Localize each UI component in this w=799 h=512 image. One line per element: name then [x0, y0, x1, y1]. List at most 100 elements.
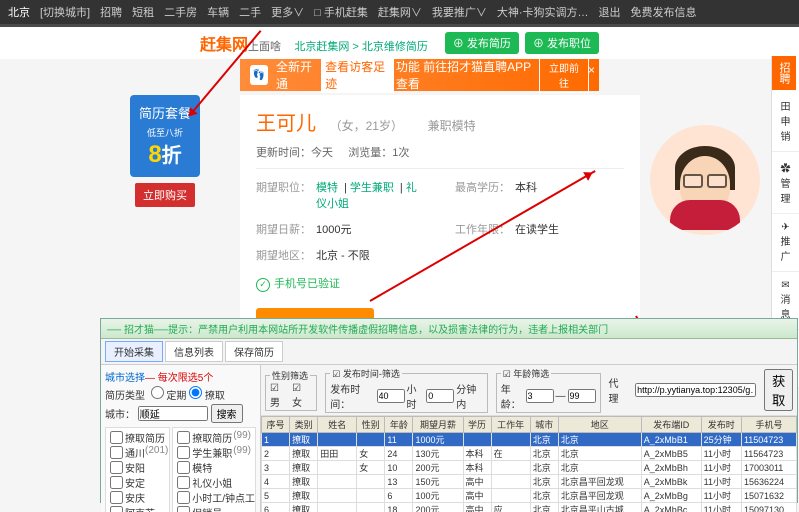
breadcrumb: 北京赶集网 > 北京维修简历 — [294, 41, 428, 53]
col-header[interactable]: 序号 — [262, 417, 290, 433]
tab-save[interactable]: 保存简历 — [225, 341, 283, 362]
tree-item[interactable]: 模特 — [175, 460, 253, 475]
tree-item[interactable]: 安定 — [108, 475, 167, 490]
publish-job-button[interactable]: ⊕ 发布职位 — [525, 32, 599, 54]
radio-fixed[interactable]: 定期 — [151, 391, 187, 402]
col-header[interactable]: 发布时 — [701, 417, 741, 433]
footprint-icon: 👣 — [250, 65, 268, 85]
col-header[interactable]: 期望月薪 — [413, 417, 463, 433]
col-header[interactable]: 性别 — [357, 417, 385, 433]
col-header[interactable]: 年龄 — [385, 417, 413, 433]
nav-item[interactable]: 我要推广∨ — [432, 4, 487, 20]
nav-item[interactable]: 短租 — [132, 4, 154, 20]
category-tree[interactable]: 撩取简历(99)学生兼职(99)模特礼仪小姐小时工/钟点工促销员传单派发问卷调查… — [172, 427, 256, 512]
sidebar-item[interactable]: ✿ 管理 — [772, 152, 799, 214]
tree-item[interactable]: 安阳 — [108, 460, 167, 475]
col-header[interactable]: 工作年 — [491, 417, 530, 433]
col-header[interactable]: 类别 — [290, 417, 318, 433]
table-row[interactable]: 3撩取女10200元本科北京北京A_2xMbBh11小时17003011 — [262, 461, 797, 475]
field-label: 期望地区： — [256, 247, 316, 263]
checkbox-male[interactable]: ☑ 男 — [270, 383, 290, 409]
city-label: 城市： — [105, 410, 135, 421]
phone-verified-badge: 手机号已验证 — [256, 275, 624, 292]
search-button[interactable]: 搜索 — [211, 404, 243, 423]
app-titlebar: ── 招才猫──提示：严禁用户利用本网站所开发软件传播虚假招聘信息，以及损害法律… — [101, 319, 797, 339]
promo-card: 简历套餐 低至八折 8折 立即购买 — [130, 95, 200, 355]
minutes-input[interactable] — [426, 389, 454, 403]
tree-item[interactable]: 通川(201) — [108, 445, 167, 460]
tree-item[interactable]: 撩取简历 — [108, 430, 167, 445]
table-row[interactable]: 2撩取田田女24130元本科在北京北京A_2xMbB511小时11564723 — [262, 447, 797, 461]
crumb-link[interactable]: 北京赶集网 — [294, 41, 349, 53]
page-header: 赶集网上面啥 北京赶集网 > 北京维修简历 ⊕ 发布简历 ⊕ 发布职位 — [0, 27, 799, 59]
switch-city[interactable]: [切换城市] — [40, 4, 90, 20]
sidebar-item[interactable]: ✈ 推广 — [772, 214, 799, 272]
field-label: 期望日薪： — [256, 221, 316, 237]
app-tabs: 开始采集 信息列表 保存简历 — [101, 339, 797, 365]
tree-item[interactable]: 阿克苏 — [108, 505, 167, 512]
experience: 在读学生 — [515, 221, 624, 237]
tree-item[interactable]: 撩取简历(99) — [175, 430, 253, 445]
col-header[interactable]: 姓名 — [318, 417, 357, 433]
tab-start[interactable]: 开始采集 — [105, 341, 163, 362]
sidebar-title[interactable]: 招聘 — [772, 56, 796, 90]
avatar — [650, 125, 760, 235]
banner-cta-button[interactable]: 立即前往 — [539, 57, 589, 93]
city-label[interactable]: 北京 — [8, 4, 30, 20]
promo-sub: 低至八折 — [134, 126, 196, 139]
age-min-input[interactable] — [526, 389, 554, 403]
nav-item[interactable]: 大神·卡狗实调方… — [497, 4, 589, 20]
results-grid[interactable]: 序号类别姓名性别年龄期望月薪学历工作年城市地区发布端ID发布时手机号1撩取111… — [261, 416, 797, 512]
table-row[interactable]: 1撩取111000元北京北京A_2xMbB125分钟11504723 — [262, 433, 797, 447]
app-left-panel: 城市选择— 每次限选5个 简历类型 定期 撩取 城市： 搜索 撩取简历通川(20… — [101, 365, 261, 512]
nav-item[interactable]: □ 手机赶集 — [314, 4, 368, 20]
col-header[interactable]: 地区 — [558, 417, 641, 433]
field-label: 期望职位： — [256, 179, 316, 211]
proxy-label: 代理 — [609, 375, 628, 405]
tab-list[interactable]: 信息列表 — [165, 341, 223, 362]
table-row[interactable]: 4撩取13150元高中北京北京昌平回龙观A_2xMbBk11小时15636224 — [262, 475, 797, 489]
col-header[interactable]: 手机号 — [741, 417, 796, 433]
crumb-link[interactable]: 北京维修简历 — [362, 41, 428, 53]
resume-type-row: 简历类型 定期 撩取 — [105, 386, 256, 402]
pubtime-filter: ☑ 发布时间-筛选 发布时间： 小时 分钟内 — [325, 367, 487, 413]
col-header[interactable]: 学历 — [463, 417, 491, 433]
buy-now-button[interactable]: 立即购买 — [135, 183, 195, 207]
col-header[interactable]: 城市 — [530, 417, 558, 433]
age-max-input[interactable] — [568, 389, 596, 403]
close-icon[interactable]: × — [588, 63, 595, 77]
nav-item[interactable]: 招聘 — [100, 4, 122, 20]
resume-card: 王可儿 （女，21岁） 兼职模特 更新时间：今天 浏览量：1次 期望职位： 模特… — [240, 95, 640, 355]
checkbox-female[interactable]: ☑ 女 — [292, 383, 312, 409]
table-row[interactable]: 5撩取6100元高中北京北京昌平回龙观A_2xMbBg11小时15071632 — [262, 489, 797, 503]
nav-item[interactable]: 更多∨ — [271, 4, 304, 20]
nav-publish[interactable]: 免费发布信息 — [631, 4, 697, 20]
hours-input[interactable] — [377, 389, 405, 403]
nav-logout[interactable]: 退出 — [599, 4, 621, 20]
tree-item[interactable]: 礼仪小姐 — [175, 475, 253, 490]
nav-item[interactable]: 车辆 — [207, 4, 229, 20]
banner-text: 全新开通 — [276, 58, 319, 92]
section-title: 城市选择— 每次限选5个 — [105, 369, 256, 384]
promo-banner: 👣 全新开通 查看访客足迹 功能 前往招才猫直聘APP查看 立即前往 × — [240, 59, 599, 91]
nav-item[interactable]: 赶集网∨ — [378, 4, 422, 20]
tree-item[interactable]: 学生兼职(99) — [175, 445, 253, 460]
desired-salary: 1000元 — [316, 221, 425, 237]
nav-item[interactable]: 二手 — [239, 4, 261, 20]
city-input[interactable] — [138, 406, 208, 421]
scraper-app-window: ── 招才猫──提示：严禁用户利用本网站所开发软件传播虚假招聘信息，以及损害法律… — [100, 318, 798, 503]
proxy-input[interactable] — [635, 383, 756, 397]
sidebar-item[interactable]: 田 申销 — [772, 90, 799, 152]
table-row[interactable]: 6撩取18200元高中应北京北京昌平山古城A_2xMbBc11小时1509713… — [262, 503, 797, 512]
banner-highlight: 查看访客足迹 — [321, 57, 394, 93]
sex-filter: 性别筛选 ☑ 男 ☑ 女 — [265, 369, 317, 411]
col-header[interactable]: 发布端ID — [641, 417, 701, 433]
tree-item[interactable]: 促销员 — [175, 505, 253, 512]
job-title: 兼职模特 — [428, 119, 476, 133]
publish-resume-button[interactable]: ⊕ 发布简历 — [445, 32, 519, 54]
nav-item[interactable]: 二手房 — [164, 4, 197, 20]
radio-scrape[interactable]: 撩取 — [189, 391, 225, 402]
candidate-name: 王可儿 （女，21岁） 兼职模特 — [256, 107, 624, 136]
fetch-button[interactable]: 获取 — [764, 369, 793, 411]
city-tree[interactable]: 撩取简历通川(201)安阳安定安庆阿克苏阿勒泰阿拉善盟安康阿里阿拉尔 — [105, 427, 170, 512]
